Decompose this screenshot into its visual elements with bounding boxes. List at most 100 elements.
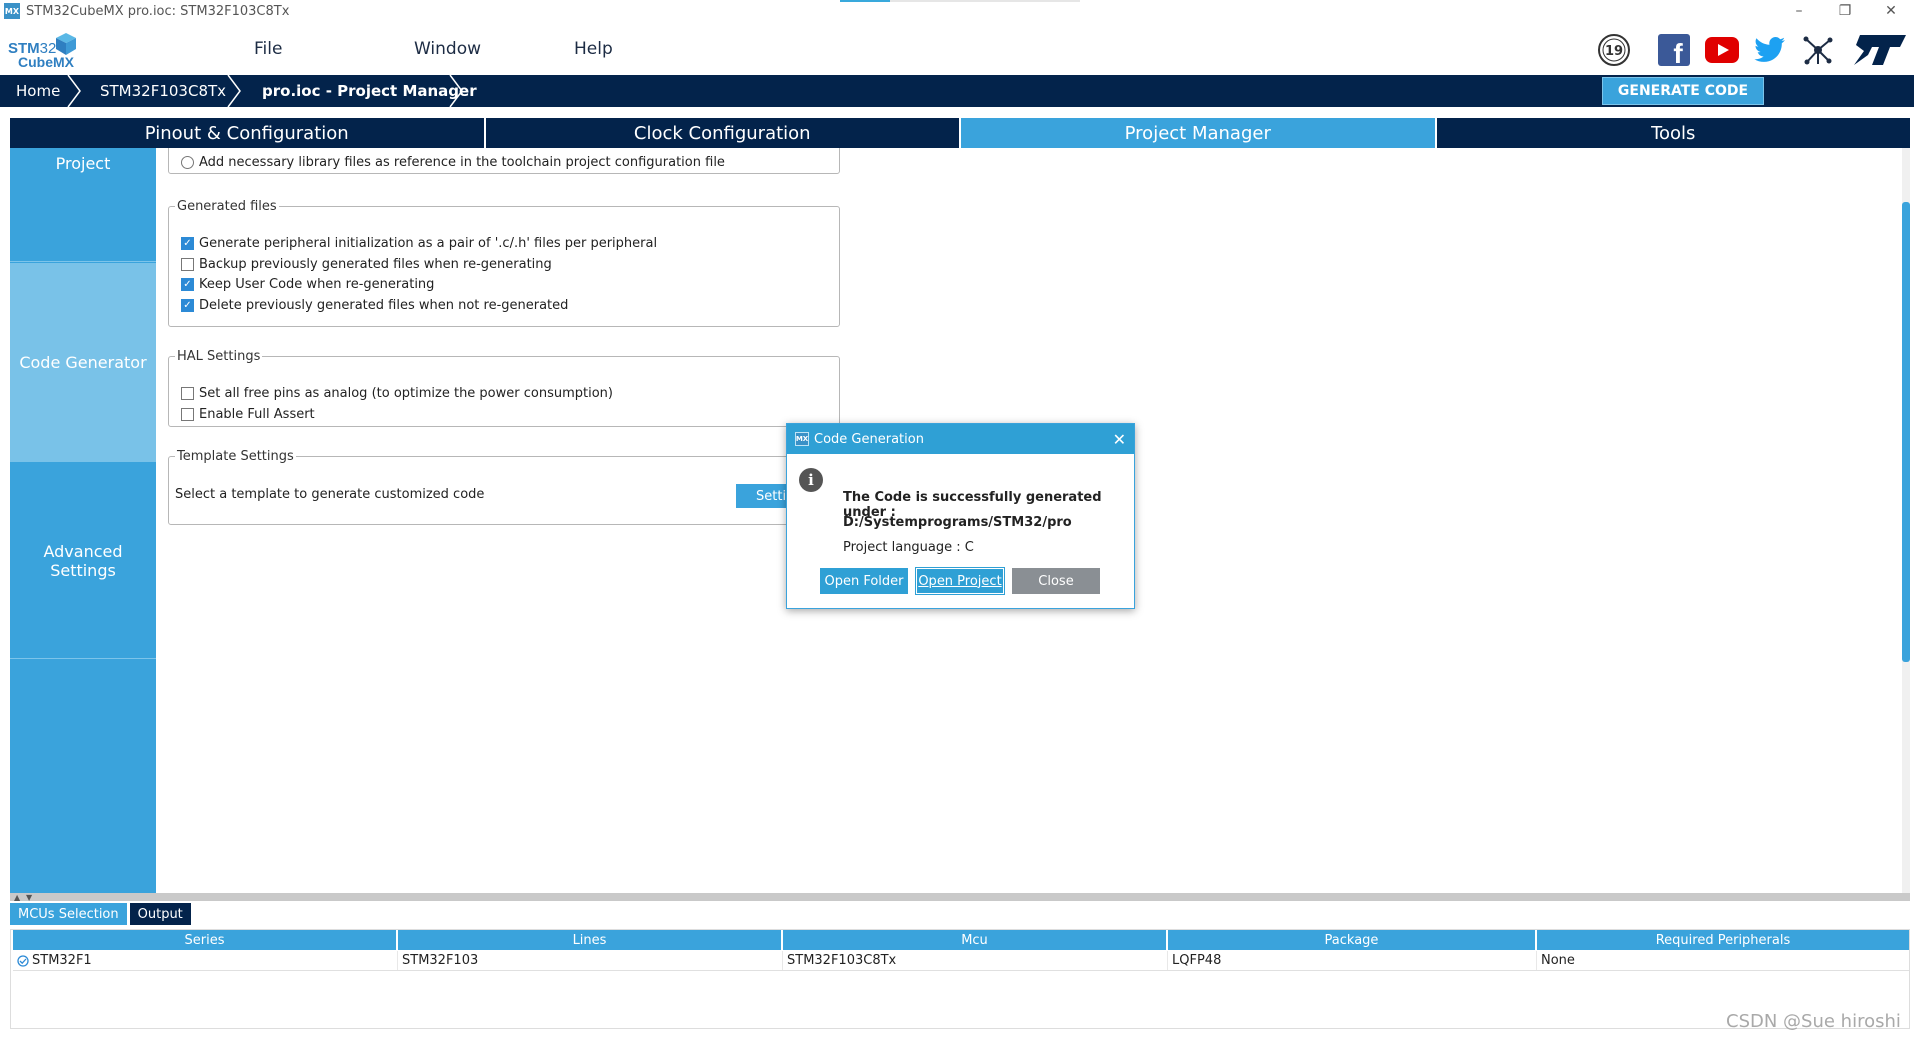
open-project-button[interactable]: Open Project: [915, 567, 1005, 595]
option-delete-files[interactable]: ✓ Delete previously generated files when…: [181, 298, 568, 313]
option-label: Add necessary library files as reference…: [199, 155, 725, 170]
scrollbar-thumb[interactable]: [1902, 202, 1910, 662]
open-folder-button[interactable]: Open Folder: [820, 568, 908, 594]
option-label: Enable Full Assert: [199, 407, 315, 422]
dialog-path: D:/Systemprograms/STM32/pro: [843, 515, 1072, 530]
breadcrumb-mcu[interactable]: STM32F103C8Tx: [100, 75, 226, 107]
tab-pinout-configuration[interactable]: Pinout & Configuration: [10, 118, 486, 148]
menu-file[interactable]: File: [254, 39, 282, 59]
template-description: Select a template to generate customized…: [175, 487, 485, 502]
sidebar-item-code-generator[interactable]: Code Generator: [10, 263, 156, 462]
network-icon[interactable]: [1800, 32, 1836, 68]
sidebar-item-label: Advanced Settings: [43, 541, 123, 580]
st-logo-icon[interactable]: ST: [1850, 32, 1906, 68]
close-icon[interactable]: ✕: [1113, 430, 1126, 449]
generated-files-group: Generated files ✓ Generate peripheral in…: [168, 199, 840, 327]
library-reference-option[interactable]: Add necessary library files as reference…: [181, 155, 725, 170]
option-generate-peripheral-pair[interactable]: ✓ Generate peripheral initialization as …: [181, 236, 657, 251]
sidebar-item-label: Code Generator: [19, 353, 147, 372]
option-backup-files[interactable]: Backup previously generated files when r…: [181, 257, 552, 272]
facebook-icon[interactable]: f: [1656, 32, 1692, 68]
stm32cube-library-group: Add necessary library files as reference…: [168, 148, 840, 174]
column-header[interactable]: Series: [13, 930, 398, 950]
tab-clock-configuration[interactable]: Clock Configuration: [485, 118, 961, 148]
tab-output[interactable]: Output: [129, 903, 191, 925]
cube-icon: [56, 33, 76, 55]
cell-mcu: STM32F103C8Tx: [783, 951, 1168, 970]
menu-help[interactable]: Help: [574, 39, 613, 59]
breadcrumb-home[interactable]: Home: [16, 75, 60, 107]
group-legend: Template Settings: [177, 449, 294, 464]
app-icon: MX: [795, 432, 809, 446]
close-dialog-button[interactable]: Close: [1012, 568, 1100, 594]
cell-package: LQFP48: [1168, 951, 1537, 970]
checkbox-checked[interactable]: ✓: [181, 237, 194, 250]
option-label: Backup previously generated files when r…: [199, 257, 552, 272]
table-header: Series Lines Mcu Package Required Periph…: [13, 930, 1909, 950]
mcus-table: Series Lines Mcu Package Required Periph…: [10, 929, 1910, 1029]
cell-series: STM32F1: [32, 953, 92, 968]
column-header[interactable]: Lines: [398, 930, 783, 950]
code-generation-dialog: MX Code Generation ✕ i The Code is succe…: [786, 423, 1135, 609]
table-row[interactable]: STM32F1 STM32F103 STM32F103C8Tx LQFP48 N…: [13, 951, 1909, 971]
cell-required-peripherals: None: [1541, 953, 1575, 968]
column-header[interactable]: Package: [1168, 930, 1537, 950]
checkbox[interactable]: [181, 408, 194, 421]
tab-project-manager[interactable]: Project Manager: [961, 118, 1437, 148]
content-scrollbar[interactable]: [1902, 148, 1910, 893]
checkbox-checked[interactable]: ✓: [181, 278, 194, 291]
check-circle-icon: [17, 954, 29, 967]
option-free-pins-analog[interactable]: Set all free pins as analog (to optimize…: [181, 386, 613, 401]
sidebar-item-project[interactable]: Project: [10, 148, 156, 262]
anniversary-icon[interactable]: 19: [1596, 32, 1632, 68]
app-icon: MX: [4, 3, 20, 19]
sidebar-item-label: Project: [55, 154, 111, 173]
group-legend: HAL Settings: [177, 349, 261, 364]
minimize-button[interactable]: –: [1776, 0, 1822, 22]
tab-tools[interactable]: Tools: [1436, 118, 1910, 148]
close-window-button[interactable]: ✕: [1868, 0, 1914, 22]
loading-indicator: [840, 0, 1080, 2]
menu-window[interactable]: Window: [414, 39, 481, 59]
window-titlebar: MX STM32CubeMX pro.ioc: STM32F103C8Tx – …: [0, 0, 1914, 22]
panel-splitter[interactable]: ▲ ▼: [10, 893, 1910, 902]
option-full-assert[interactable]: Enable Full Assert: [181, 407, 315, 422]
project-manager-sidebar: Project Code Generator Advanced Settings: [10, 148, 156, 893]
checkbox[interactable]: [181, 258, 194, 271]
checkbox[interactable]: [181, 387, 194, 400]
restore-button[interactable]: ❐: [1822, 0, 1868, 22]
tab-mcus-selection[interactable]: MCUs Selection: [10, 903, 127, 925]
svg-text:19: 19: [1605, 44, 1623, 59]
dialog-titlebar[interactable]: MX Code Generation ✕: [787, 424, 1134, 454]
column-header[interactable]: Required Peripherals: [1537, 930, 1909, 950]
group-legend: Generated files: [177, 199, 277, 214]
dialog-title: Code Generation: [814, 431, 924, 447]
option-keep-user-code[interactable]: ✓ Keep User Code when re-generating: [181, 277, 434, 292]
stm32cubemx-logo: STM32 CubeMX: [8, 30, 80, 70]
breadcrumb-current[interactable]: pro.ioc - Project Manager: [262, 75, 477, 107]
option-label: Keep User Code when re-generating: [199, 277, 435, 292]
chevron-right-icon: [449, 75, 463, 107]
template-settings-group: Template Settings Select a template to g…: [168, 449, 840, 525]
window-controls: – ❐ ✕: [1776, 0, 1914, 22]
option-label: Generate peripheral initialization as a …: [199, 236, 658, 251]
twitter-icon[interactable]: [1752, 32, 1788, 68]
column-header[interactable]: Mcu: [783, 930, 1168, 950]
dialog-language: Project language : C: [843, 540, 974, 555]
radio-button[interactable]: [181, 156, 194, 169]
option-label: Set all free pins as analog (to optimize…: [199, 386, 613, 401]
youtube-icon[interactable]: [1704, 32, 1740, 68]
sidebar-item-advanced-settings[interactable]: Advanced Settings: [10, 463, 156, 659]
chevron-right-icon: [227, 75, 241, 107]
generate-code-button[interactable]: GENERATE CODE: [1602, 77, 1764, 105]
collapse-down-icon[interactable]: ▼: [26, 893, 32, 902]
checkbox-checked[interactable]: ✓: [181, 299, 194, 312]
menu-bar: STM32 CubeMX File Window Help 19 f ST: [0, 22, 1914, 75]
expand-up-icon[interactable]: ▲: [14, 893, 20, 902]
info-icon: i: [799, 468, 823, 492]
cell-lines: STM32F103: [398, 951, 783, 970]
main-tabs: Pinout & Configuration Clock Configurati…: [10, 118, 1910, 148]
svg-text:f: f: [1673, 38, 1683, 66]
bottom-tabs: MCUs Selection Output: [10, 903, 194, 925]
watermark: CSDN @Sue hiroshi: [1726, 1011, 1901, 1032]
